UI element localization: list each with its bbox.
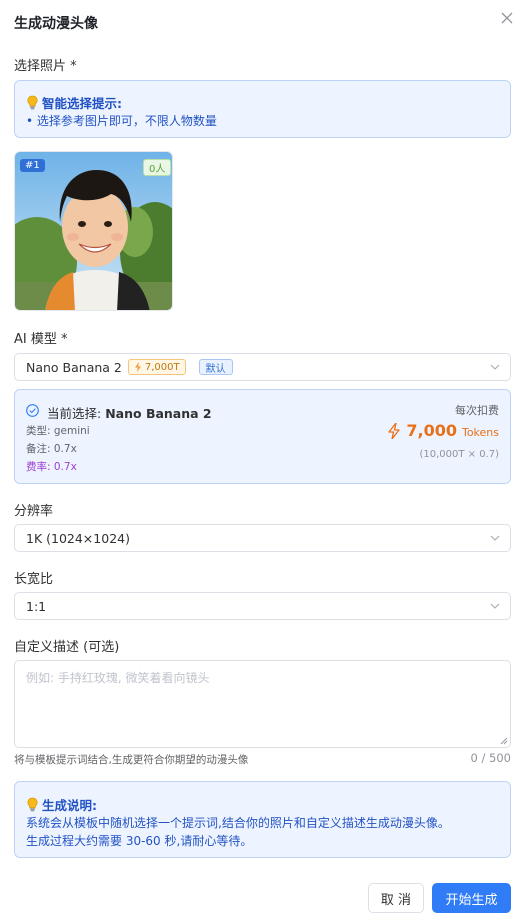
photo-label: 选择照片 *: [14, 59, 77, 74]
per-use-cost: 7,000 Tokens: [388, 421, 499, 440]
smart-select-tip: 智能选择提示: • 选择参考图片即可，不限人物数量: [14, 80, 511, 138]
chevron-down-icon: [490, 364, 500, 370]
per-use-label: 每次扣费: [455, 404, 499, 417]
generation-explanation: 生成说明: 系统会从模板中随机选择一个提示词,结合你的照片和自定义描述生成动漫头…: [14, 781, 511, 858]
cost-value: 7,000: [406, 421, 457, 440]
explain-line-1: 系统会从模板中随机选择一个提示词,结合你的照片和自定义描述生成动漫头像。: [26, 816, 450, 830]
dialog-title: 生成动漫头像: [14, 16, 98, 32]
chevron-down-icon: [490, 603, 500, 609]
bulb-icon: [27, 95, 38, 110]
explain-line-2: 生成过程大约需要 30-60 秒,请耐心等待。: [26, 834, 253, 848]
aspect-value: 1:1: [26, 598, 47, 614]
token-cost-tag: 7,000T: [127, 359, 186, 375]
cancel-button[interactable]: 取 消: [368, 883, 424, 913]
resolution-select[interactable]: 1K (1024×1024): [14, 524, 511, 552]
check-circle-icon: [26, 404, 39, 417]
resolution-value: 1K (1024×1024): [26, 530, 130, 546]
description-hint: 将与模板提示词结合,生成更符合你期望的动漫头像: [14, 754, 249, 766]
current-model-prefix: 当前选择:: [47, 406, 102, 421]
model-select[interactable]: Nano Banana 2 7,000T 默认: [14, 353, 511, 381]
people-count-badge: 0人: [143, 159, 172, 176]
token-cost-text: 7,000T: [144, 361, 180, 373]
photo-thumbnail[interactable]: #1 0人: [14, 151, 173, 311]
model-note: 备注: 0.7x: [26, 443, 77, 455]
model-rate: 费率: 0.7x: [26, 461, 77, 473]
chevron-down-icon: [490, 535, 500, 541]
bulb-icon: [27, 797, 38, 812]
model-type: 类型: gemini: [26, 425, 90, 437]
photo-index-badge: #1: [20, 159, 45, 172]
close-icon[interactable]: [497, 8, 517, 28]
tip-title: 智能选择提示:: [42, 96, 122, 111]
description-textarea[interactable]: 例如: 手持红玫瑰, 微笑着看向镜头: [14, 660, 511, 748]
cost-formula: (10,000T × 0.7): [419, 449, 499, 460]
cost-unit: Tokens: [461, 426, 499, 439]
default-tag: 默认: [198, 359, 233, 375]
resize-grip-icon[interactable]: [500, 737, 508, 745]
description-label: 自定义描述 (可选): [14, 640, 120, 655]
bolt-icon: [134, 362, 141, 372]
bolt-icon: [388, 422, 401, 439]
aspect-select[interactable]: 1:1: [14, 592, 511, 620]
model-label: AI 模型 *: [14, 332, 68, 347]
aspect-label: 长宽比: [14, 572, 54, 587]
current-model-name: Nano Banana 2: [105, 406, 212, 421]
model-info-panel: 当前选择: Nano Banana 2 类型: gemini 备注: 0.7x …: [14, 389, 511, 484]
model-select-value: Nano Banana 2: [26, 359, 122, 375]
current-model: 当前选择: Nano Banana 2: [47, 403, 212, 422]
explain-title: 生成说明:: [42, 798, 97, 813]
character-counter: 0 / 500: [470, 751, 511, 765]
description-placeholder: 例如: 手持红玫瑰, 微笑着看向镜头: [26, 671, 210, 685]
start-generate-button[interactable]: 开始生成: [432, 883, 511, 913]
tip-text: • 选择参考图片即可，不限人物数量: [26, 114, 217, 128]
resolution-label: 分辨率: [14, 504, 54, 519]
generate-avatar-dialog: 生成动漫头像 选择照片 * 智能选择提示: • 选择参考图片即可，不限人物数量: [0, 0, 525, 924]
